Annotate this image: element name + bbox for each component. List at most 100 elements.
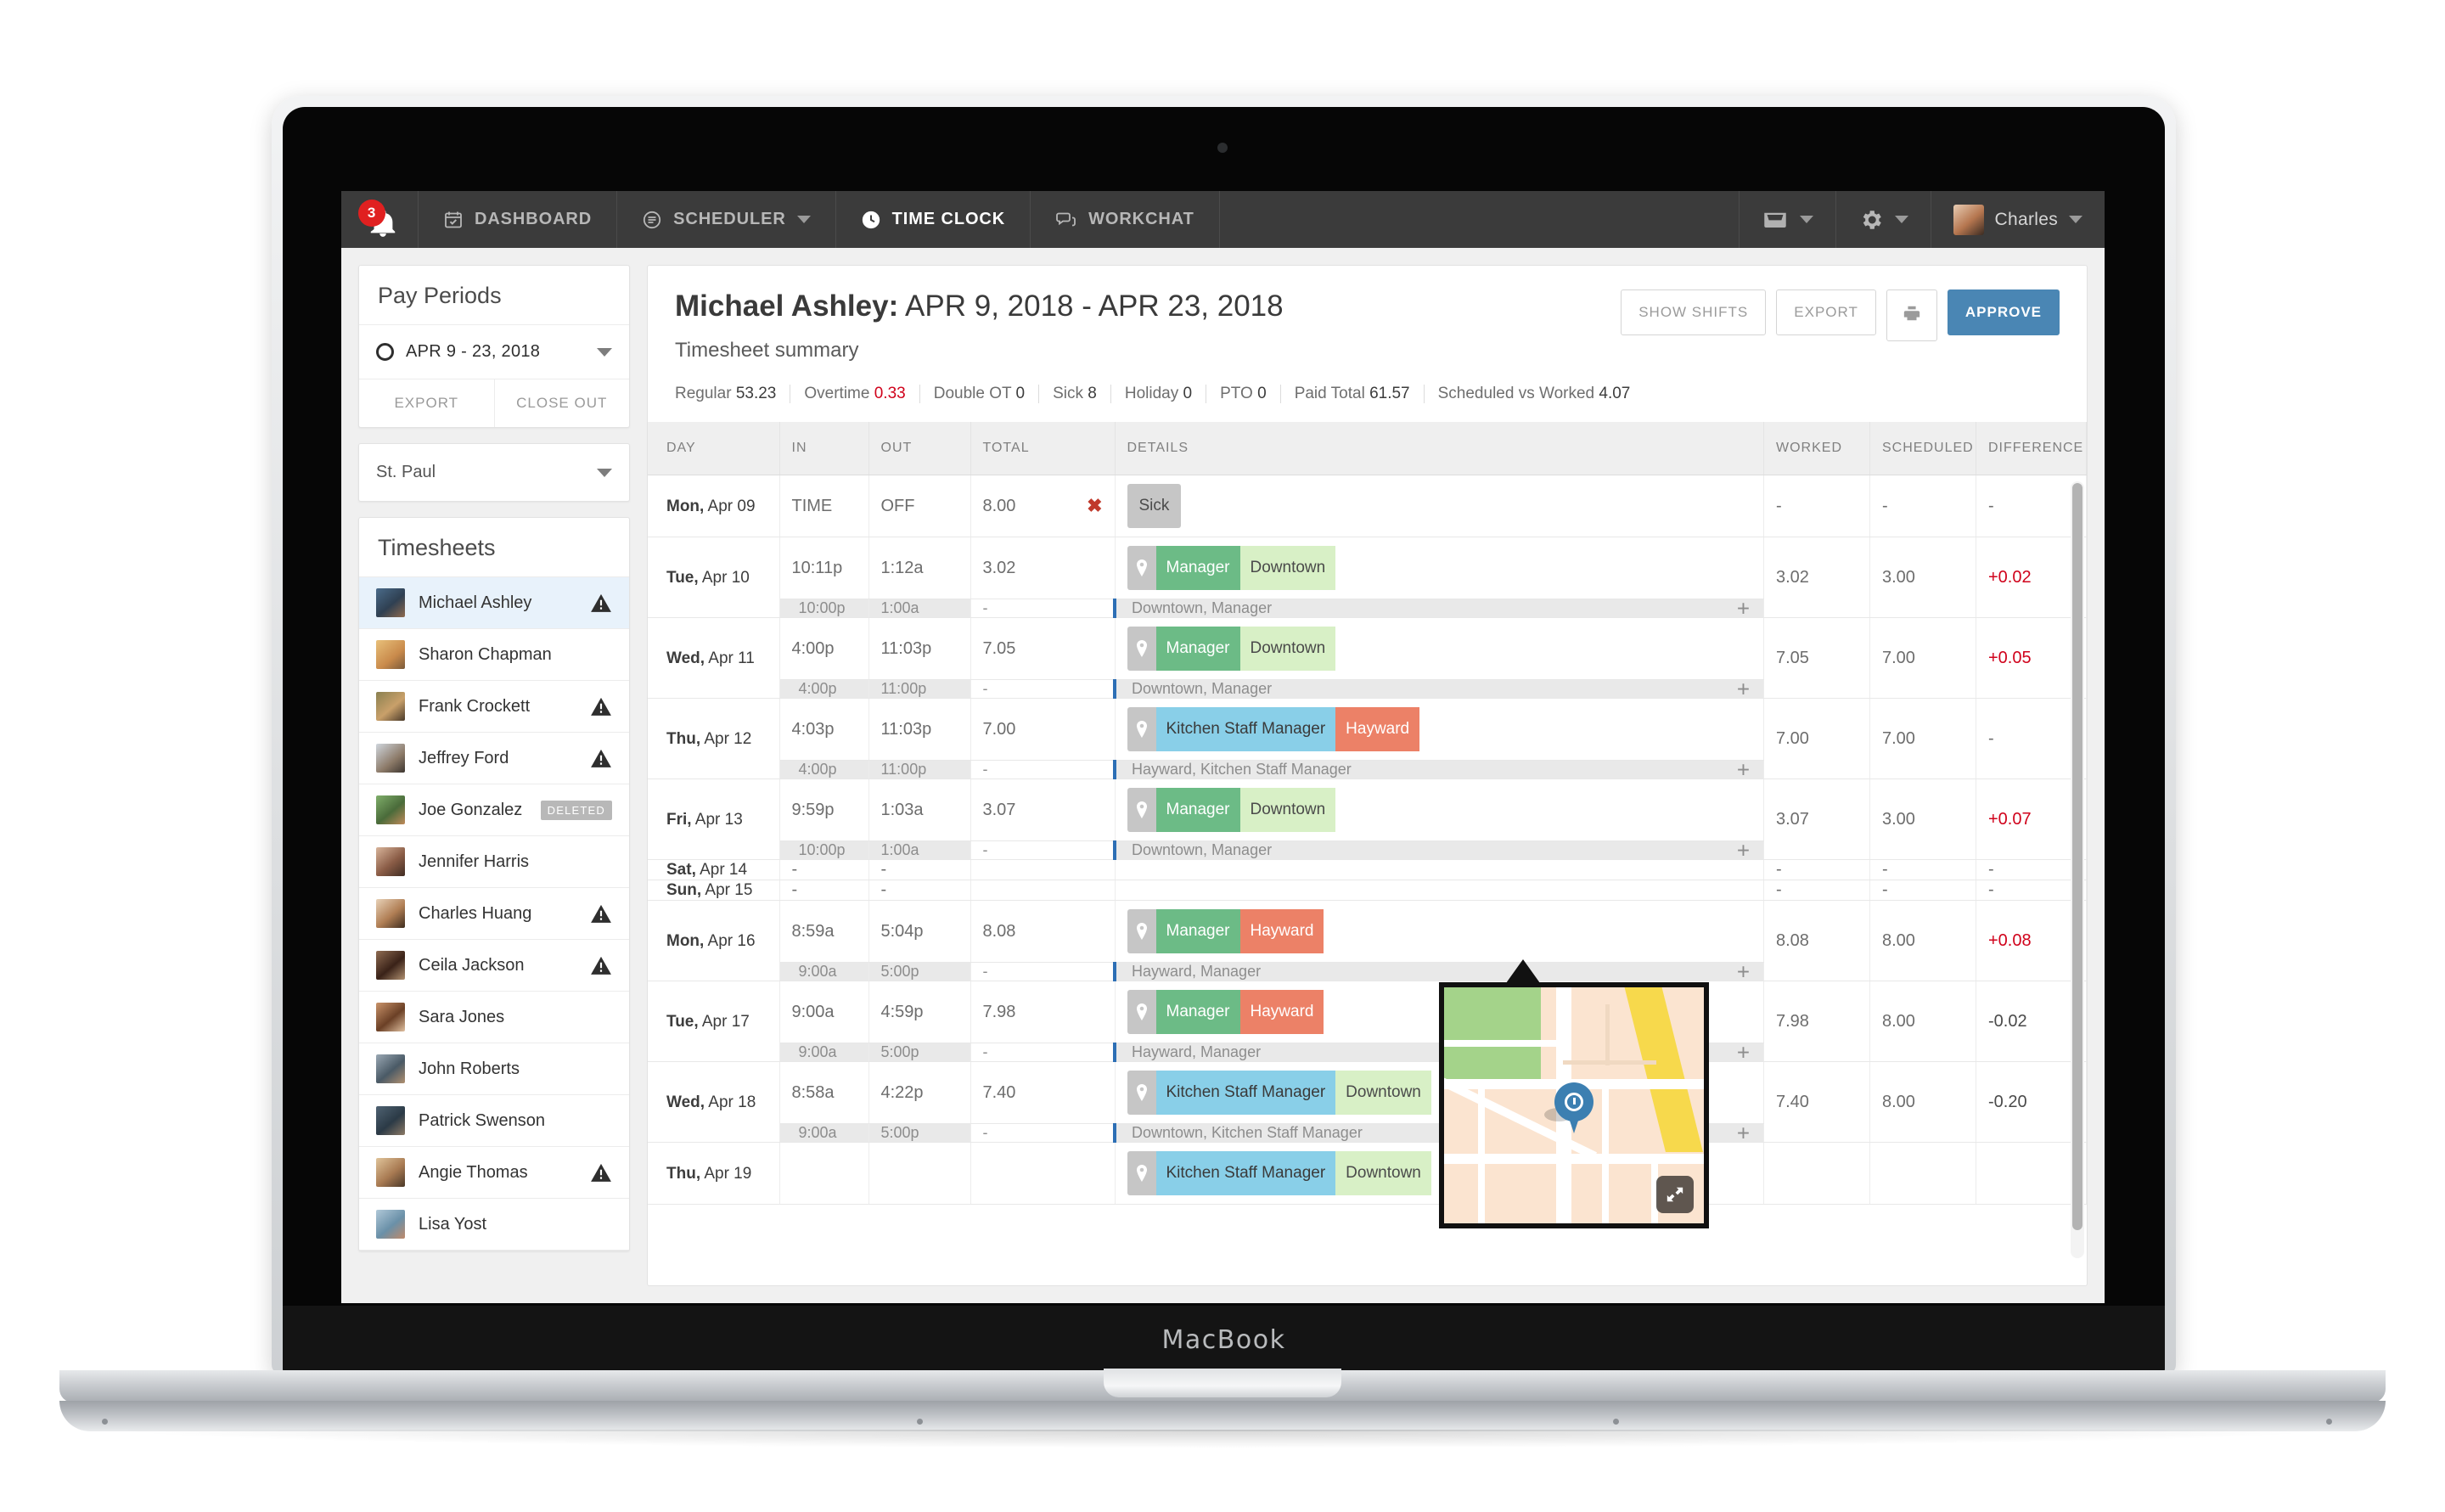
detail-tag[interactable]: Kitchen Staff Manager — [1155, 1151, 1336, 1195]
detail-tag[interactable]: Hayward — [1335, 707, 1420, 751]
cell-in[interactable]: 4:00p — [779, 617, 869, 680]
map-expand-button[interactable] — [1656, 1176, 1694, 1213]
cell-in[interactable]: 9:00a — [779, 981, 869, 1043]
table-row[interactable]: Tue, Apr 10 10:11p 1:12a 3.02 Manager Downtow… — [648, 537, 2087, 618]
location-pin-button[interactable] — [1127, 1151, 1156, 1195]
pay-period-export-button[interactable]: EXPORT — [359, 379, 495, 427]
location-pin-button[interactable] — [1127, 788, 1156, 832]
location-pin-button[interactable] — [1127, 990, 1156, 1034]
cell-out[interactable]: 1:12a — [868, 537, 971, 599]
table-row[interactable]: Sun, Apr 15- - - - - — [648, 880, 2087, 901]
detail-tag[interactable]: Kitchen Staff Manager — [1155, 1071, 1336, 1115]
cell-out[interactable]: OFF — [868, 475, 971, 537]
detail-tag[interactable]: Manager — [1155, 546, 1240, 590]
nav-item-workchat[interactable]: WORKCHAT — [1031, 191, 1220, 248]
inbox-button[interactable] — [1738, 191, 1835, 248]
cell-out[interactable]: 11:03p — [868, 698, 971, 761]
cell-in[interactable]: - — [779, 859, 869, 880]
table-row[interactable]: Sat, Apr 14- - - - - — [648, 859, 2087, 880]
timesheet-person-row[interactable]: Charles Huang — [359, 888, 629, 940]
cell-in[interactable]: - — [779, 880, 869, 901]
cell-in[interactable] — [779, 1142, 869, 1205]
timesheet-person-row[interactable]: Ceila Jackson — [359, 940, 629, 992]
location-pin-button[interactable] — [1127, 1071, 1156, 1115]
cell-in[interactable]: 8:59a — [779, 900, 869, 963]
table-row[interactable]: Mon, Apr 16 8:59a 5:04p 8.08 Manager Hayward 8… — [648, 900, 2087, 981]
add-shift-icon[interactable]: + — [1737, 1039, 1750, 1065]
location-pin-button[interactable] — [1127, 707, 1156, 751]
detail-tag[interactable]: Downtown — [1239, 788, 1336, 832]
detail-tag[interactable]: Manager — [1155, 788, 1240, 832]
detail-tag[interactable]: Downtown — [1335, 1071, 1431, 1115]
add-shift-icon[interactable]: + — [1737, 595, 1750, 621]
detail-tag[interactable]: Downtown — [1335, 1151, 1431, 1195]
remove-icon[interactable]: ✖ — [1087, 495, 1102, 517]
timesheet-person-row[interactable]: Michael Ashley — [359, 577, 629, 629]
add-shift-icon[interactable]: + — [1737, 837, 1750, 863]
notifications-button[interactable]: 3 — [341, 191, 419, 248]
cell-out[interactable]: 4:22p — [868, 1061, 971, 1124]
location-pin-button[interactable] — [1127, 909, 1156, 953]
cell-out[interactable]: 5:04p — [868, 900, 971, 963]
pay-period-close-out-button[interactable]: CLOSE OUT — [495, 379, 630, 427]
add-shift-icon[interactable]: + — [1737, 958, 1750, 985]
table-row[interactable]: Mon, Apr 09 TIME OFF 8.00 ✖ Sick - - - — [648, 475, 2087, 537]
timesheet-person-row[interactable]: John Roberts — [359, 1043, 629, 1095]
detail-tag[interactable]: Hayward — [1239, 909, 1324, 953]
timesheet-table-scroll[interactable]: DAY IN OUT TOTAL DETAILS WORKED SCHEDULE… — [648, 422, 2087, 1262]
add-shift-icon[interactable]: + — [1737, 676, 1750, 702]
cell-out[interactable]: - — [868, 880, 971, 901]
cell-out[interactable] — [868, 1142, 971, 1205]
nav-item-time-clock[interactable]: TIME CLOCK — [835, 191, 1031, 248]
cell-out[interactable]: - — [868, 859, 971, 880]
detail-tag[interactable]: Manager — [1155, 909, 1240, 953]
cell-in[interactable]: 4:03p — [779, 698, 869, 761]
pay-period-select[interactable]: APR 9 - 23, 2018 — [359, 325, 629, 379]
cell-in[interactable]: TIME — [779, 475, 869, 537]
table-row[interactable]: Wed, Apr 18 8:58a 4:22p 7.40 Kitchen Staff M… — [648, 1061, 2087, 1143]
timesheet-person-row[interactable]: Jeffrey Ford — [359, 733, 629, 784]
show-shifts-button[interactable]: SHOW SHIFTS — [1621, 289, 1767, 335]
cell-out[interactable]: 1:03a — [868, 778, 971, 841]
timesheet-person-row[interactable]: Sharon Chapman — [359, 629, 629, 681]
table-row[interactable]: Thu, Apr 12 4:03p 11:03p 7.00 Kitchen Staff … — [648, 698, 2087, 779]
cell-in[interactable]: 8:58a — [779, 1061, 869, 1124]
detail-tag[interactable]: Manager — [1155, 627, 1240, 671]
cell-out[interactable]: 11:03p — [868, 617, 971, 680]
export-button[interactable]: EXPORT — [1776, 289, 1876, 335]
table-row[interactable]: Fri, Apr 13 9:59p 1:03a 3.07 Manager Downtown… — [648, 778, 2087, 860]
detail-tag[interactable]: Manager — [1155, 990, 1240, 1034]
table-scrollbar-thumb[interactable] — [2072, 483, 2082, 1230]
approve-button[interactable]: APPROVE — [1947, 289, 2060, 335]
timesheet-person-row[interactable]: Jennifer Harris — [359, 836, 629, 888]
user-menu-button[interactable]: Charles — [1930, 191, 2105, 248]
timesheet-person-row[interactable]: Patrick Swenson — [359, 1095, 629, 1147]
table-row[interactable]: Thu, Apr 19 Kitchen Staff Manager Downtown — [648, 1142, 2087, 1205]
print-button[interactable] — [1886, 289, 1937, 341]
timesheet-person-row[interactable]: Angie Thomas — [359, 1147, 629, 1199]
location-select[interactable]: St. Paul — [359, 444, 629, 501]
nav-item-scheduler[interactable]: SCHEDULER — [617, 191, 836, 248]
cell-in[interactable]: 10:11p — [779, 537, 869, 599]
nav-item-dashboard[interactable]: DASHBOARD — [419, 191, 618, 248]
cell-out[interactable]: 4:59p — [868, 981, 971, 1043]
map-popover[interactable] — [1439, 982, 1709, 1228]
timesheet-person-row[interactable]: Lisa Yost — [359, 1199, 629, 1251]
timesheet-person-row[interactable]: Sara Jones — [359, 992, 629, 1043]
location-pin-button[interactable] — [1127, 627, 1156, 671]
table-row[interactable]: Tue, Apr 17 9:00a 4:59p 7.98 Manager Hayward 7… — [648, 981, 2087, 1062]
cell-in[interactable]: 9:59p — [779, 778, 869, 841]
detail-tag[interactable]: Hayward — [1239, 990, 1324, 1034]
table-scrollbar[interactable] — [2071, 481, 2084, 1258]
settings-button[interactable] — [1835, 191, 1931, 248]
detail-tag[interactable]: Kitchen Staff Manager — [1155, 707, 1336, 751]
location-pin-button[interactable] — [1127, 546, 1156, 590]
add-shift-icon[interactable]: + — [1737, 756, 1750, 783]
add-shift-icon[interactable]: + — [1737, 1120, 1750, 1146]
detail-tag[interactable]: Sick — [1127, 484, 1182, 528]
table-row[interactable]: Wed, Apr 11 4:00p 11:03p 7.05 Manager Downtow… — [648, 617, 2087, 699]
timesheet-person-row[interactable]: Frank Crockett — [359, 681, 629, 733]
timesheet-person-row[interactable]: Joe Gonzalez DELETED — [359, 784, 629, 836]
detail-tag[interactable]: Downtown — [1239, 546, 1336, 590]
detail-tag[interactable]: Downtown — [1239, 627, 1336, 671]
